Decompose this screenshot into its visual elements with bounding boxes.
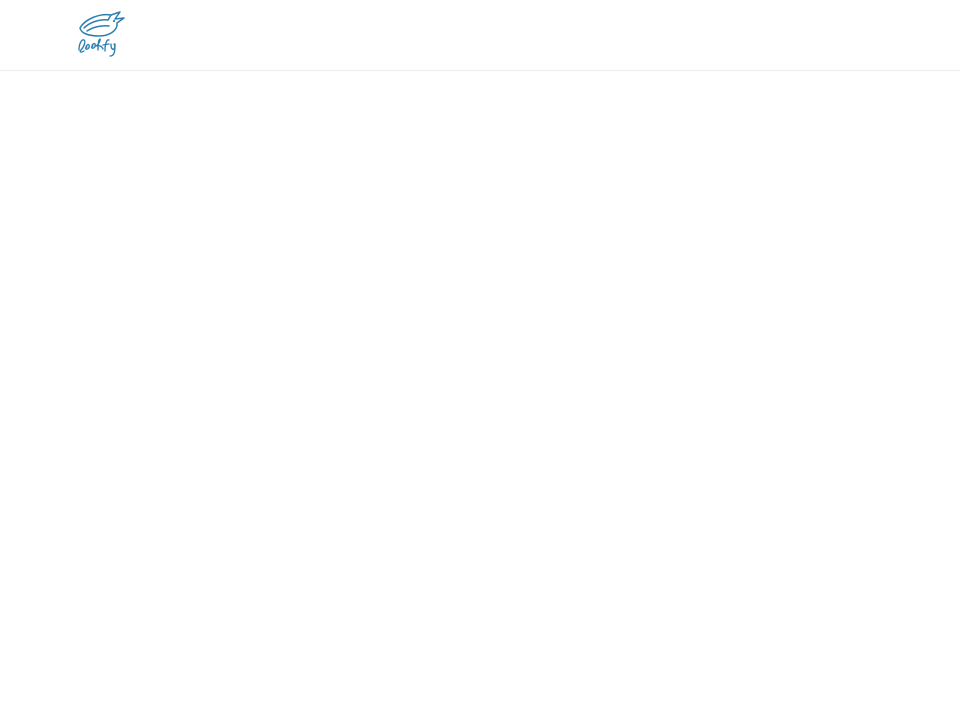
page-body: , , , ,	[0, 0, 960, 720]
site-logo[interactable]	[74, 9, 130, 59]
site-header: HOME ▼ UNIFORMS & CUSTOM ▼ BLOG	[0, 0, 960, 71]
lookfly-logo-icon	[78, 11, 125, 57]
page-root: , , , ,	[0, 0, 960, 720]
